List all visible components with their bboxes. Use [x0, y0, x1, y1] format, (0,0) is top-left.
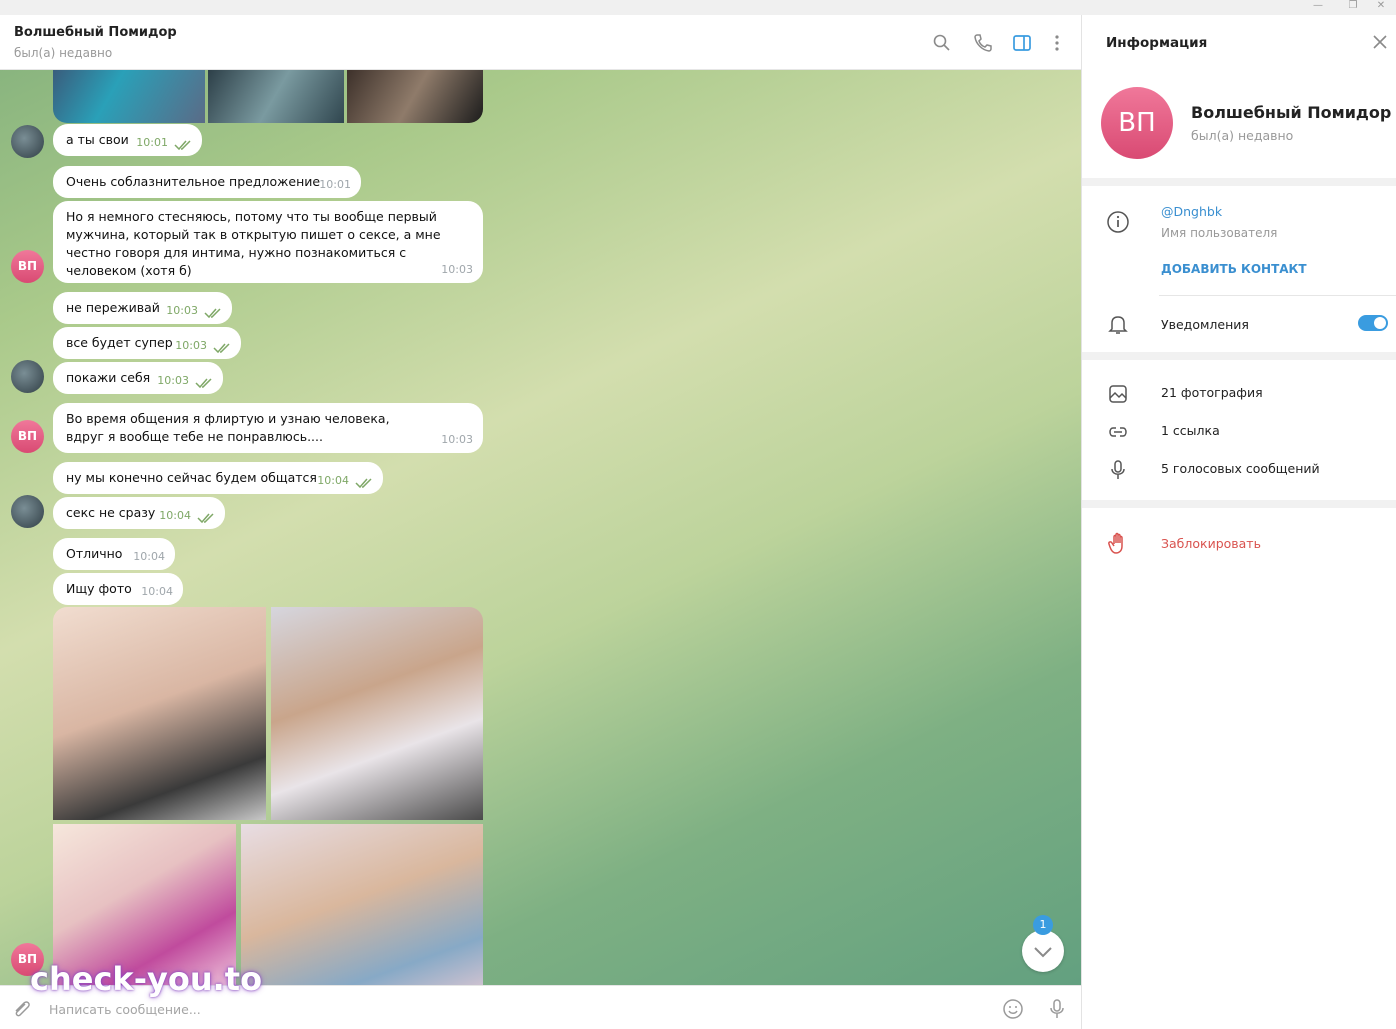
- username-label: Имя пользователя: [1161, 226, 1278, 240]
- double-check-icon: [197, 513, 214, 524]
- album-photo[interactable]: [347, 65, 483, 123]
- message-text: Но я немного стесняюсь, потому что ты во…: [66, 209, 441, 278]
- chevron-down-icon: [1034, 947, 1052, 958]
- message-bubble[interactable]: Очень соблазнительное предложение 10:01: [53, 166, 361, 198]
- album-photo[interactable]: [208, 65, 344, 123]
- unread-badge: 1: [1033, 915, 1053, 935]
- message-bubble[interactable]: не переживай 10:03: [53, 292, 232, 324]
- message-bubble[interactable]: а ты свои 10:01: [53, 124, 202, 156]
- watermark: check-you.to: [30, 960, 263, 998]
- add-contact-button[interactable]: ДОБАВИТЬ КОНТАКТ: [1161, 262, 1307, 276]
- microphone-icon: [1111, 460, 1125, 479]
- avatar[interactable]: ВП: [11, 420, 44, 453]
- photo-icon: [1109, 385, 1127, 403]
- message-bubble[interactable]: Ищу фото 10:04: [53, 573, 183, 605]
- double-check-icon: [213, 343, 230, 354]
- double-check-icon: [174, 140, 191, 151]
- message-time: 10:04: [141, 585, 173, 598]
- minimize-icon[interactable]: —: [1303, 0, 1333, 15]
- message-bubble[interactable]: все будет супер 10:03: [53, 327, 241, 359]
- sidebar-toggle-icon[interactable]: [1012, 33, 1032, 53]
- avatar[interactable]: [11, 125, 44, 158]
- double-check-icon: [355, 478, 372, 489]
- message-time: 10:04: [133, 550, 165, 563]
- close-icon[interactable]: [1372, 34, 1388, 50]
- chat-status: был(а) недавно: [14, 46, 113, 60]
- divider: [1082, 178, 1396, 186]
- divider: [1159, 295, 1396, 296]
- hand-block-icon: [1108, 532, 1123, 554]
- chat-header: Волшебный Помидор был(а) недавно: [0, 15, 1081, 70]
- double-check-icon: [195, 378, 212, 389]
- attach-icon[interactable]: [10, 998, 32, 1020]
- close-window-icon[interactable]: ✕: [1366, 0, 1396, 15]
- message-bubble[interactable]: Но я немного стесняюсь, потому что ты во…: [53, 201, 483, 283]
- message-bubble[interactable]: секс не сразу 10:04: [53, 497, 225, 529]
- message-time: 10:03: [175, 339, 207, 352]
- scroll-down-button[interactable]: [1022, 930, 1064, 972]
- voice-messages-link[interactable]: 5 голосовых сообщений: [1161, 461, 1320, 476]
- album-photo[interactable]: [271, 607, 483, 820]
- double-check-icon: [204, 308, 221, 319]
- message-time: 10:03: [441, 263, 473, 276]
- notifications-label: Уведомления: [1161, 317, 1249, 332]
- message-list[interactable]: а ты свои 10:01 Очень соблазнительное пр…: [0, 65, 1081, 994]
- message-bubble[interactable]: ну мы конечно сейчас будем общатся 10:04: [53, 462, 383, 494]
- microphone-icon[interactable]: [1046, 998, 1068, 1020]
- chat-title[interactable]: Волшебный Помидор: [14, 25, 177, 40]
- restore-icon[interactable]: ❐: [1338, 0, 1368, 15]
- message-time: 10:01: [319, 178, 351, 191]
- message-bubble[interactable]: покажи себя 10:03: [53, 362, 223, 394]
- message-bubble[interactable]: Отлично 10:04: [53, 538, 175, 570]
- message-text: ну мы конечно сейчас будем общатся: [66, 470, 317, 485]
- photos-link[interactable]: 21 фотография: [1161, 385, 1263, 400]
- message-text: Ищу фото: [66, 581, 132, 596]
- info-panel: Информация ВП Волшебный Помидор был(а) н…: [1081, 15, 1396, 1029]
- album-photo[interactable]: [53, 65, 205, 123]
- message-text: Отлично: [66, 546, 123, 561]
- link-icon: [1109, 427, 1127, 437]
- profile-status: был(а) недавно: [1191, 128, 1294, 143]
- message-text: а ты свои: [66, 132, 129, 147]
- message-time: 10:03: [441, 433, 473, 446]
- message-bubble[interactable]: Во время общения я флиртую и узнаю челов…: [53, 403, 483, 453]
- message-time: 10:03: [166, 304, 198, 317]
- avatar[interactable]: [11, 360, 44, 393]
- window-titlebar: — ❐ ✕: [0, 0, 1396, 15]
- message-input[interactable]: Написать сообщение...: [49, 1002, 201, 1017]
- username[interactable]: @Dnghbk: [1161, 204, 1222, 219]
- album-photo[interactable]: [53, 607, 266, 820]
- block-button[interactable]: Заблокировать: [1161, 536, 1261, 551]
- profile-name: Волшебный Помидор: [1191, 103, 1392, 122]
- phone-icon[interactable]: [973, 33, 993, 53]
- profile-avatar[interactable]: ВП: [1101, 87, 1173, 159]
- message-text: Очень соблазнительное предложение: [66, 174, 321, 189]
- message-time: 10:01: [136, 136, 168, 149]
- message-time: 10:04: [159, 509, 191, 522]
- links-link[interactable]: 1 ссылка: [1161, 423, 1220, 438]
- panel-title: Информация: [1106, 35, 1208, 51]
- divider: [1082, 500, 1396, 508]
- message-text: Во время общения я флиртую и узнаю челов…: [66, 411, 390, 444]
- album-photo[interactable]: [241, 824, 483, 994]
- emoji-icon[interactable]: [1002, 998, 1024, 1020]
- message-text: все будет супер: [66, 335, 173, 350]
- info-icon: [1107, 211, 1129, 233]
- avatar[interactable]: [11, 495, 44, 528]
- message-text: не переживай: [66, 300, 160, 315]
- chat-area: Волшебный Помидор был(а) недавно а ты св…: [0, 15, 1081, 1029]
- notifications-toggle[interactable]: [1358, 315, 1388, 331]
- more-vertical-icon[interactable]: [1047, 33, 1067, 53]
- avatar[interactable]: ВП: [11, 250, 44, 283]
- divider: [1082, 352, 1396, 360]
- bell-icon: [1108, 316, 1128, 334]
- message-time: 10:03: [157, 374, 189, 387]
- message-text: покажи себя: [66, 370, 151, 385]
- search-icon[interactable]: [932, 33, 952, 53]
- message-time: 10:04: [317, 474, 349, 487]
- message-text: секс не сразу: [66, 505, 156, 520]
